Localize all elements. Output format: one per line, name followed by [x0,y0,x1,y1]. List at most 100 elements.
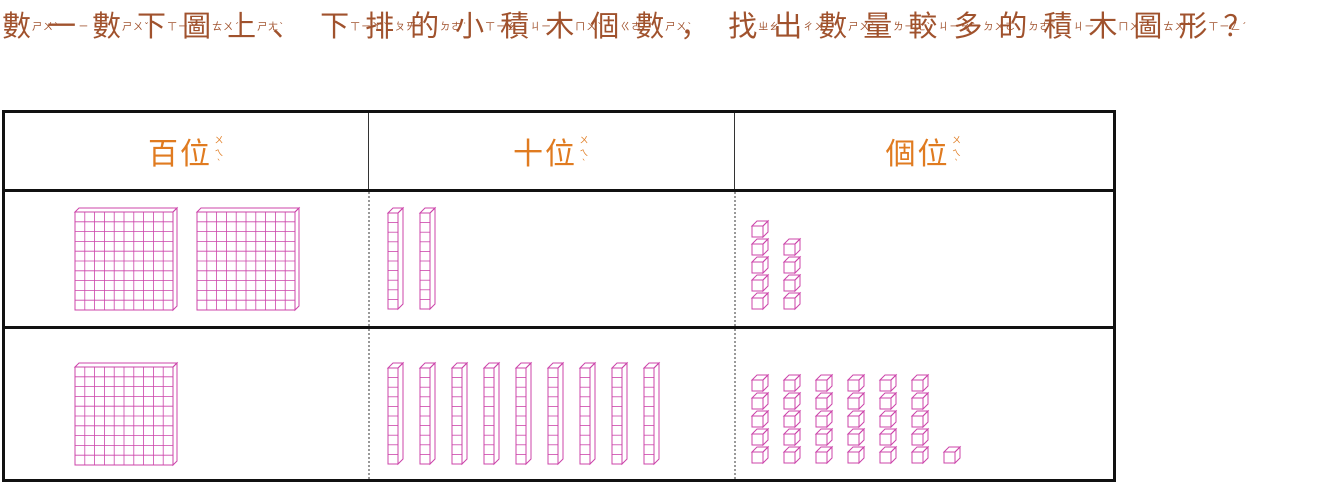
ten-rod [610,361,629,466]
question-zhuyin: ㄉㄨㄛ [983,22,1017,33]
question-char: 個 [590,9,621,43]
ten-rod [642,361,661,466]
unit-cube [910,445,930,465]
unit-cube [814,373,834,393]
question-zhuyin: ㄕㄤˋ [257,22,286,33]
question-char: 一 [47,9,78,43]
question-char: 上 [227,9,258,43]
question-char: 圖 [1133,9,1164,43]
question-zhuyin: ㄒㄧㄚˋ [167,22,207,33]
question-zhuyin: ㄐㄧ [1073,22,1096,33]
question-zhuyin: ㄇㄨˋ [1118,22,1147,33]
question-zhuyin: ㄊㄨˊ [212,22,241,33]
unit-cube [814,391,834,411]
question-char: 量 [863,9,894,43]
unit-cube [750,409,770,429]
question-zhuyin: ㄓㄠˇ [758,22,787,33]
question-char: 數 [92,9,123,43]
question-zhuyin: ㄐㄧ [530,22,553,33]
unit-cube [782,409,802,429]
question-zhuyin: ㄌㄧㄤˋ [893,22,933,33]
ten-rod [482,361,501,466]
unit-cube [782,391,802,411]
ten-rod [386,206,405,311]
place-value-table: 百位 ㄨㄟˋ 十位 ㄨㄟˋ 個位 ㄨㄟˋ [2,110,1116,482]
hundred-flat [73,206,179,312]
unit-cube [782,291,802,311]
question-char: 、 [272,9,303,43]
question-char: 積 [500,9,531,43]
unit-cube [878,445,898,465]
unit-cube [878,427,898,447]
question-zhuyin: ㄕㄨˋ [848,22,877,33]
question-zhuyin: ㄊㄨˊ [1163,22,1192,33]
question-text: 數ㄕㄨˋ一 ㄧ數ㄕㄨˇ下ㄒㄧㄚˋ圖ㄊㄨˊ上ㄕㄤˋ、 下ㄒㄧㄚˋ排ㄆㄞˊ的ㄉㄜ˙小ㄒㄧ… [2,6,1328,46]
question-char: 數 [818,9,849,43]
unit-cube [750,237,770,257]
unit-cube [846,409,866,429]
ten-rod [578,361,597,466]
question-char: 排 [365,9,396,43]
question-zhuyin: ㄇㄨˋ [575,22,604,33]
unit-cube [846,445,866,465]
ten-rod [450,361,469,466]
unit-cube [750,445,770,465]
unit-cube [750,391,770,411]
unit-cube [910,391,930,411]
unit-cube [750,291,770,311]
unit-cube [750,219,770,239]
question-zhuyin: ㄕㄨˇ [122,22,151,33]
unit-cube [910,427,930,447]
unit-cube [782,237,802,257]
question-zhuyin: ㄉㄜ˙ [1028,22,1057,33]
unit-cube [750,273,770,293]
question-char: ， [680,9,711,43]
unit-cube [910,373,930,393]
unit-cube [814,409,834,429]
question-char: 較 [908,9,939,43]
unit-cube [782,255,802,275]
unit-cube [814,445,834,465]
unit-cube [814,427,834,447]
unit-cube [878,373,898,393]
ten-rod [514,361,533,466]
unit-cube [782,427,802,447]
question-char: 下 [137,9,168,43]
question-zhuyin: ㄉㄜ˙ [440,22,469,33]
question-char: 多 [953,9,984,43]
unit-cube [846,373,866,393]
unit-cube [750,373,770,393]
question-char: 出 [773,9,804,43]
unit-cube [782,373,802,393]
question-zhuyin: ㄒㄧㄠˇ [485,22,525,33]
unit-cube [942,445,962,465]
hundred-flat [73,361,179,467]
unit-cube [750,255,770,275]
question-char: 圖 [182,9,213,43]
question-zhuyin: ㄒㄧㄥˊ [1208,22,1248,33]
base-ten-blocks [73,206,962,467]
question-char: ？ [1223,9,1254,43]
unit-cube [846,391,866,411]
question-zhuyin: ㄍㄜˋ [620,22,649,33]
question-char: 的 [410,9,441,43]
question-zhuyin: ㄔㄨ [803,22,826,33]
ten-rod [386,361,405,466]
question-zhuyin: ㄕㄨˋ [665,22,694,33]
question-char: 木 [1088,9,1119,43]
question-char: 積 [1043,9,1074,43]
question-char: 木 [545,9,576,43]
unit-cube [750,427,770,447]
unit-cube [846,427,866,447]
question-zhuyin: ㄆㄞˊ [395,22,424,33]
ten-rod [418,206,437,311]
hundred-flat [195,206,301,312]
unit-cube [782,445,802,465]
question-char: 下 [320,9,351,43]
question-char: 的 [998,9,1029,43]
question-zhuyin: ㄒㄧㄚˋ [350,22,390,33]
question-char: 小 [455,9,486,43]
question-char: 數 [2,9,33,43]
unit-cube [878,391,898,411]
question-char: 找 [728,9,759,43]
